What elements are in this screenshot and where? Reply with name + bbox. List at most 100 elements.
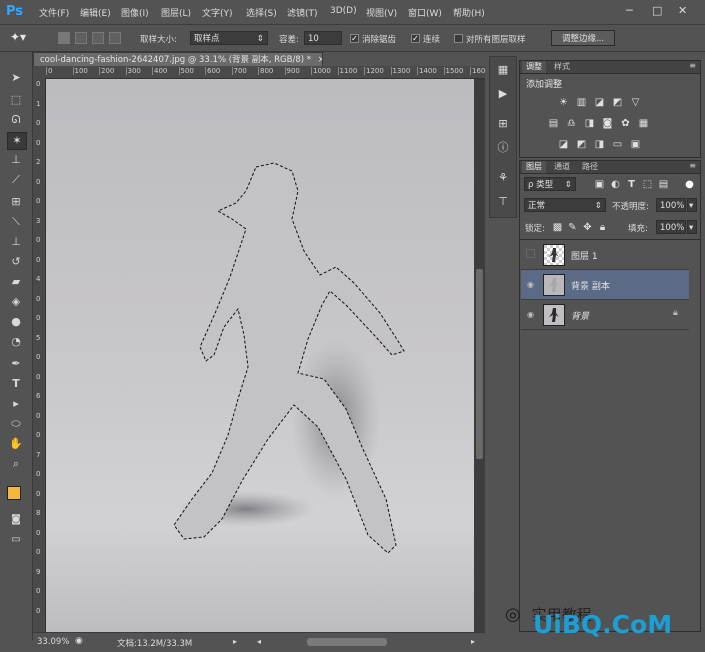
lock-all-icon[interactable]: 🔒︎ [597,222,608,233]
tolerance-input[interactable]: 10 [304,31,342,45]
zoom-level[interactable]: 33.09% [37,637,69,647]
healing-brush-tool-icon[interactable]: ⊞ [7,194,25,210]
opacity-input[interactable]: 100% [656,198,686,212]
eye-icon[interactable]: ◉ [527,310,534,319]
shape-tool-icon[interactable]: ⬭ [7,416,25,432]
contiguous-checkbox[interactable]: ✓ [411,34,420,43]
tab-styles[interactable]: 样式 [550,61,574,73]
menu-file[interactable]: 文件(F) [39,6,69,19]
clone-stamp-tool-icon[interactable]: ⊥ [7,234,25,250]
vibrance-icon[interactable]: ▽ [630,97,641,108]
color-balance-icon[interactable]: ♎ [566,118,577,129]
menu-filter[interactable]: 滤镜(T) [287,6,318,19]
screen-mode-icon[interactable]: ▭ [7,532,25,548]
tab-channels[interactable]: 通道 [550,161,574,173]
vertical-scroll-thumb[interactable] [476,269,483,459]
pen-tool-icon[interactable]: ✒ [7,356,25,372]
hue-saturation-icon[interactable]: ▤ [548,118,559,129]
fill-dropdown-icon[interactable]: ▾ [687,220,697,234]
path-selection-tool-icon[interactable]: ▸ [7,396,25,412]
status-menu-arrow-icon[interactable]: ▸ [233,637,237,646]
foreground-color-swatch[interactable] [7,486,21,500]
opacity-dropdown-icon[interactable]: ▾ [687,198,697,212]
tab-paths[interactable]: 路径 [578,161,602,173]
properties-icon[interactable]: ⊞ [496,117,510,131]
refine-edge-button[interactable]: 调整边缘... [551,30,615,46]
panel-menu-icon[interactable]: ≡ [689,61,696,70]
menu-type[interactable]: 文字(Y) [202,6,233,19]
levels-icon[interactable]: ▥ [576,97,587,108]
tab-layers[interactable]: 图层 [522,161,546,173]
threshold-icon[interactable]: ◨ [594,139,605,150]
menu-help[interactable]: 帮助(H) [453,6,485,19]
history-icon[interactable]: ▦ [496,63,510,77]
exposure-icon[interactable]: ◩ [612,97,623,108]
filter-toggle-icon[interactable]: ● [684,179,695,190]
lock-transparent-icon[interactable]: ▩ [552,222,563,233]
fill-input[interactable]: 100% [656,220,686,234]
filter-pixel-icon[interactable]: ▣ [594,179,605,190]
magic-wand-tool-icon[interactable]: ✶ [7,132,27,150]
eyedropper-tool-icon[interactable]: ⟋ [7,172,25,188]
restore-button[interactable]: □ [652,4,662,17]
eye-icon[interactable]: ◉ [527,280,534,289]
menu-view[interactable]: 视图(V) [366,6,397,19]
crop-tool-icon[interactable]: ⊥ [7,152,25,168]
eraser-tool-icon[interactable]: ▰ [7,274,25,290]
canvas-area[interactable] [46,79,474,632]
close-tab-icon[interactable]: × [318,55,322,65]
history-brush-tool-icon[interactable]: ↺ [7,254,25,270]
actions-play-icon[interactable]: ▶ [496,87,510,101]
photo-filter-icon[interactable]: ◙ [602,118,613,129]
blend-mode-select[interactable]: 正常 ⇕ [524,198,606,212]
antialias-checkbox[interactable]: ✓ [350,34,359,43]
invert-icon[interactable]: ◪ [558,139,569,150]
move-tool-icon[interactable]: ➤ [7,70,25,86]
menu-edit[interactable]: 编辑(E) [80,6,111,19]
filter-adjustment-icon[interactable]: ◐ [610,179,621,190]
tool-presets-icon[interactable]: ⊤ [496,195,510,209]
filter-smart-icon[interactable]: ▤ [658,179,669,190]
vertical-scrollbar[interactable] [474,79,485,632]
scroll-left-arrow-icon[interactable]: ◂ [257,637,261,646]
sample-all-checkbox[interactable] [454,34,463,43]
new-selection-icon[interactable] [58,32,70,44]
menu-3d[interactable]: 3D(D) [330,6,357,16]
selective-color-icon[interactable]: ▣ [630,139,641,150]
magic-wand-preset-icon[interactable]: ✦▾ [10,30,38,46]
marquee-tool-icon[interactable]: ⬚ [7,92,25,108]
menu-layer[interactable]: 图层(L) [161,6,191,19]
curves-icon[interactable]: ◪ [594,97,605,108]
zoom-tool-icon[interactable]: ⌕ [7,456,25,472]
brightness-contrast-icon[interactable]: ☀ [558,97,569,108]
subtract-selection-icon[interactable] [92,32,104,44]
layer-filter-select[interactable]: ρ 类型 ⇕ [524,177,576,191]
posterize-icon[interactable]: ◩ [576,139,587,150]
menu-window[interactable]: 窗口(W) [408,6,442,19]
minimize-button[interactable]: ─ [626,4,633,17]
type-tool-icon[interactable]: T [7,376,25,392]
filter-shape-icon[interactable]: ⬚ [642,179,653,190]
black-white-icon[interactable]: ◨ [584,118,595,129]
scroll-right-arrow-icon[interactable]: ▸ [471,637,475,646]
filter-type-icon[interactable]: T [626,179,637,190]
layers-panel-menu-icon[interactable]: ≡ [689,161,696,170]
visibility-toggle-off[interactable] [526,249,535,258]
lock-pixels-icon[interactable]: ✎ [567,222,578,233]
lasso-tool-icon[interactable]: ᘏ [7,112,25,128]
layer-row-background-copy[interactable]: ◉ 背景 副本 [521,270,689,300]
lock-position-icon[interactable]: ✥ [582,222,593,233]
horizontal-scroll-thumb[interactable] [307,638,387,646]
gradient-map-icon[interactable]: ▭ [612,139,623,150]
channel-mixer-icon[interactable]: ✿ [620,118,631,129]
tab-adjustments[interactable]: 调整 [522,61,546,73]
intersect-selection-icon[interactable] [109,32,121,44]
document-tab[interactable]: cool-dancing-fashion-2642407.jpg @ 33.1%… [33,52,323,66]
close-window-button[interactable]: ✕ [678,4,687,17]
dodge-tool-icon[interactable]: ◔ [7,334,25,350]
brush-tool-icon[interactable]: ⟍ [7,214,25,230]
document-canvas[interactable] [46,79,474,632]
menu-select[interactable]: 选择(S) [246,6,277,19]
blur-tool-icon[interactable]: ● [7,314,25,330]
add-selection-icon[interactable] [75,32,87,44]
